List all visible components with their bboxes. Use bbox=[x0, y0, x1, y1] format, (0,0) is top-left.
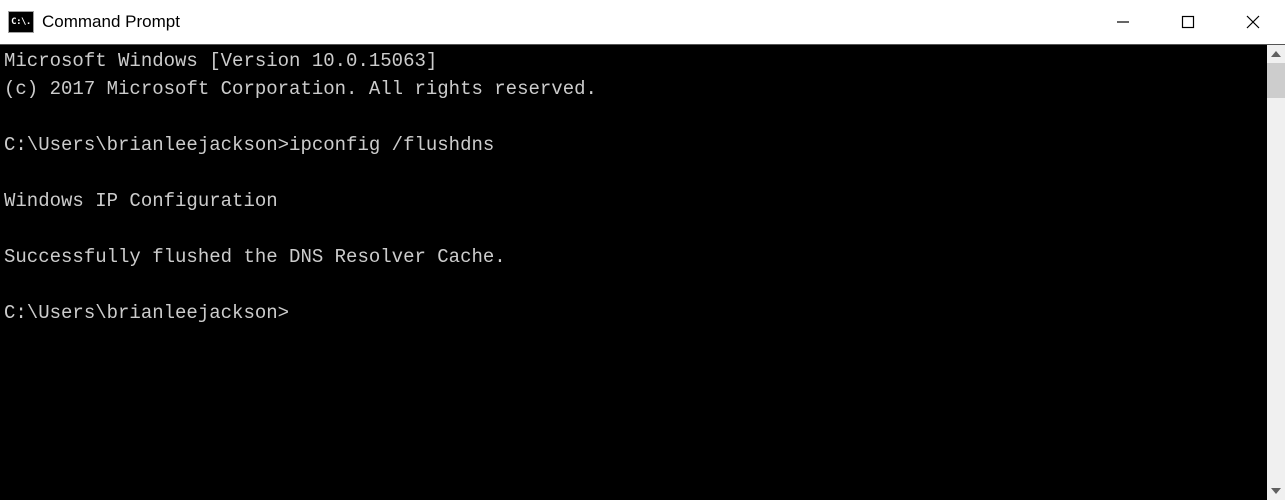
close-icon bbox=[1246, 15, 1260, 29]
terminal-area: Microsoft Windows [Version 10.0.15063] (… bbox=[0, 45, 1285, 500]
cmd-icon: C:\. bbox=[8, 11, 34, 33]
vertical-scrollbar[interactable] bbox=[1267, 45, 1285, 500]
window-controls bbox=[1090, 0, 1285, 44]
chevron-down-icon bbox=[1271, 488, 1281, 494]
scroll-up-button[interactable] bbox=[1267, 45, 1285, 63]
terminal-output[interactable]: Microsoft Windows [Version 10.0.15063] (… bbox=[0, 45, 1267, 500]
minimize-button[interactable] bbox=[1090, 0, 1155, 44]
minimize-icon bbox=[1116, 15, 1130, 29]
window-title: Command Prompt bbox=[42, 12, 1090, 32]
cmd-icon-text: C:\. bbox=[11, 17, 31, 27]
window-titlebar: C:\. Command Prompt bbox=[0, 0, 1285, 45]
scroll-track[interactable] bbox=[1267, 63, 1285, 482]
close-button[interactable] bbox=[1220, 0, 1285, 44]
maximize-button[interactable] bbox=[1155, 0, 1220, 44]
chevron-up-icon bbox=[1271, 51, 1281, 57]
maximize-icon bbox=[1181, 15, 1195, 29]
scroll-thumb[interactable] bbox=[1267, 63, 1285, 98]
scroll-down-button[interactable] bbox=[1267, 482, 1285, 500]
